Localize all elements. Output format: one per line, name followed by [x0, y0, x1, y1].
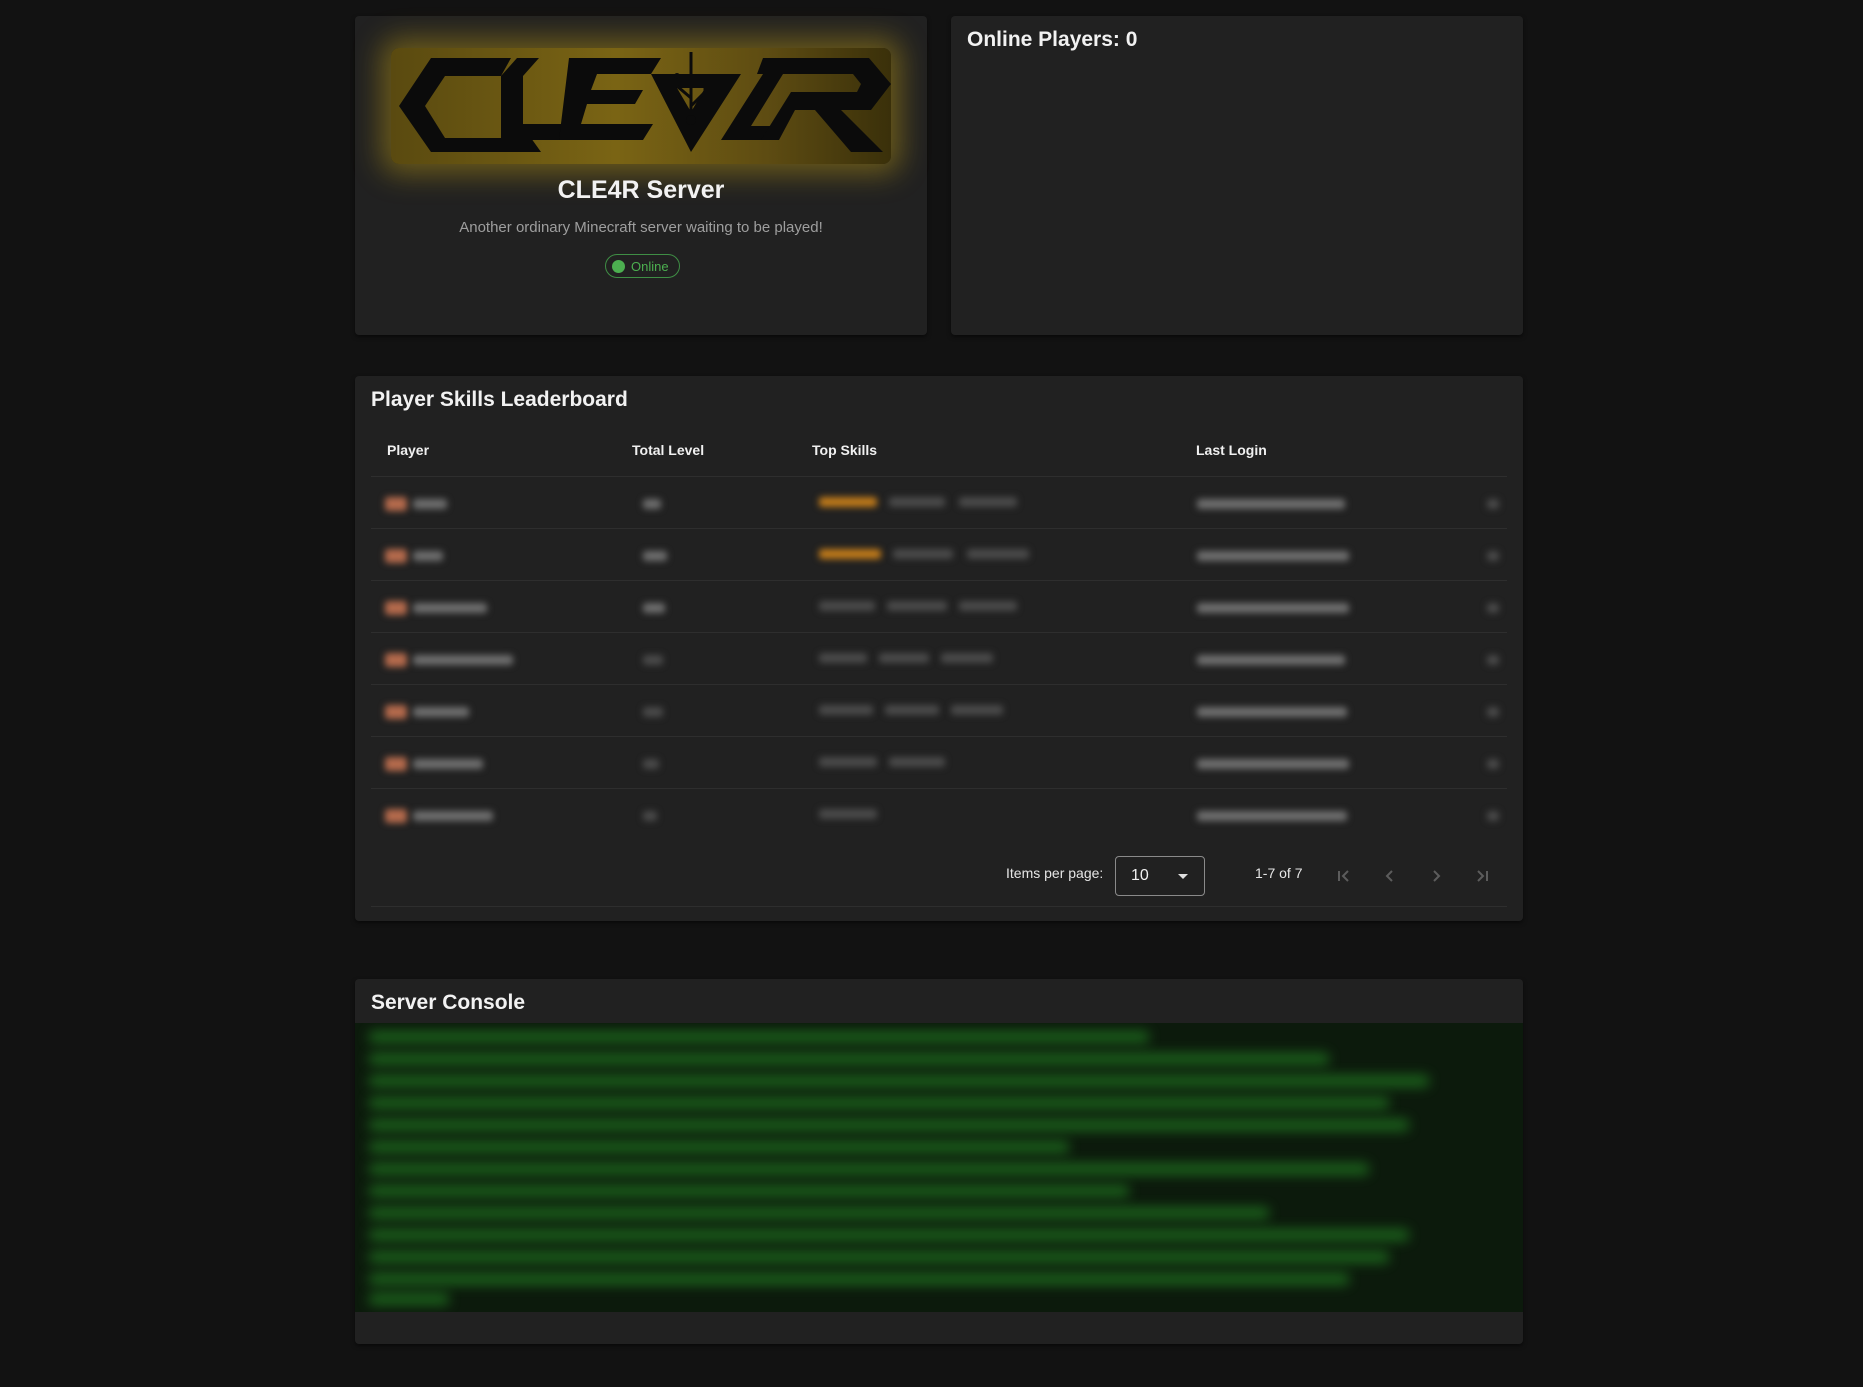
status-dot-icon	[612, 259, 625, 273]
table-row[interactable]	[371, 476, 1507, 529]
top-skill	[887, 601, 947, 611]
next-page-button[interactable]	[1423, 863, 1449, 889]
player-avatar	[385, 757, 407, 771]
column-header-last-login[interactable]: Last Login	[1196, 442, 1267, 458]
table-row[interactable]	[371, 528, 1507, 581]
total-level	[643, 759, 659, 769]
top-skill	[967, 549, 1029, 559]
items-per-page-label: Items per page:	[1006, 865, 1104, 881]
player-name	[413, 707, 469, 717]
chevron-right-icon	[1433, 870, 1441, 882]
player-avatar	[385, 549, 407, 563]
top-skill	[885, 705, 939, 715]
leaderboard-title: Player Skills Leaderboard	[371, 388, 628, 411]
table-row[interactable]	[371, 632, 1507, 685]
top-skill	[959, 497, 1017, 507]
top-skill	[819, 653, 867, 663]
top-skill	[819, 497, 877, 507]
total-level	[643, 655, 663, 665]
table-row[interactable]	[371, 736, 1507, 789]
status-label: Online	[631, 258, 669, 274]
column-header-player[interactable]: Player	[387, 442, 429, 458]
server-description: Another ordinary Minecraft server waitin…	[459, 219, 823, 236]
player-avatar	[385, 601, 407, 615]
player-avatar	[385, 809, 407, 823]
leaderboard-card: Player Skills Leaderboard Player Total L…	[355, 376, 1523, 921]
last-login	[1197, 811, 1347, 821]
player-avatar	[385, 705, 407, 719]
table-row[interactable]	[371, 684, 1507, 737]
player-name	[413, 655, 513, 665]
total-level	[643, 811, 657, 821]
server-logo	[391, 48, 891, 164]
top-skill	[889, 757, 945, 767]
last-page-icon	[1477, 870, 1488, 882]
total-level	[643, 499, 661, 509]
items-per-page-select[interactable]: 10	[1115, 856, 1205, 896]
top-skill	[889, 497, 945, 507]
total-level	[643, 707, 663, 717]
player-name	[413, 551, 443, 561]
first-page-icon	[1338, 870, 1349, 882]
player-name	[413, 603, 487, 613]
last-login	[1197, 655, 1345, 665]
column-header-total-level[interactable]: Total Level	[632, 442, 704, 458]
server-info-card: CLE4R Server Another ordinary Minecraft …	[355, 16, 927, 335]
server-title: CLE4R Server	[557, 176, 725, 204]
chevron-left-icon	[1385, 870, 1393, 882]
items-per-page-value: 10	[1131, 867, 1149, 884]
last-login	[1197, 551, 1349, 561]
total-level	[643, 551, 667, 561]
top-skill	[819, 809, 877, 819]
top-skill	[819, 601, 875, 611]
player-name	[413, 811, 493, 821]
last-login	[1197, 499, 1345, 509]
player-name	[413, 759, 483, 769]
top-skill	[959, 601, 1017, 611]
top-skill	[879, 653, 929, 663]
online-players-card: Online Players: 0	[951, 16, 1523, 335]
total-level	[643, 603, 665, 613]
console-output[interactable]	[355, 1023, 1523, 1312]
player-avatar	[385, 653, 407, 667]
top-skill	[941, 653, 993, 663]
table-row[interactable]	[371, 788, 1507, 841]
row-action	[1487, 759, 1499, 769]
logo-graphic	[399, 52, 891, 152]
top-skill	[893, 549, 953, 559]
status-badge: Online	[605, 254, 680, 278]
last-login	[1197, 707, 1347, 717]
player-avatar	[385, 497, 407, 511]
row-action	[1487, 551, 1499, 561]
last-login	[1197, 759, 1349, 769]
server-console-card: Server Console	[355, 979, 1523, 1344]
online-players-title: Online Players: 0	[967, 28, 1138, 51]
top-skill	[819, 705, 873, 715]
last-login	[1197, 603, 1349, 613]
top-skill	[951, 705, 1003, 715]
last-page-button[interactable]	[1469, 863, 1495, 889]
first-page-button[interactable]	[1331, 863, 1357, 889]
pagination-range: 1-7 of 7	[1255, 865, 1303, 881]
console-title: Server Console	[371, 991, 526, 1014]
caret-down-icon	[1178, 874, 1188, 879]
table-footer-divider	[371, 906, 1507, 907]
row-action	[1487, 603, 1499, 613]
row-action	[1487, 811, 1499, 821]
player-name	[413, 499, 447, 509]
row-action	[1487, 655, 1499, 665]
row-action	[1487, 707, 1499, 717]
row-action	[1487, 499, 1499, 509]
top-skill	[819, 757, 877, 767]
top-skill	[819, 549, 881, 559]
column-header-top-skills[interactable]: Top Skills	[812, 442, 877, 458]
previous-page-button[interactable]	[1377, 863, 1403, 889]
table-row[interactable]	[371, 580, 1507, 633]
